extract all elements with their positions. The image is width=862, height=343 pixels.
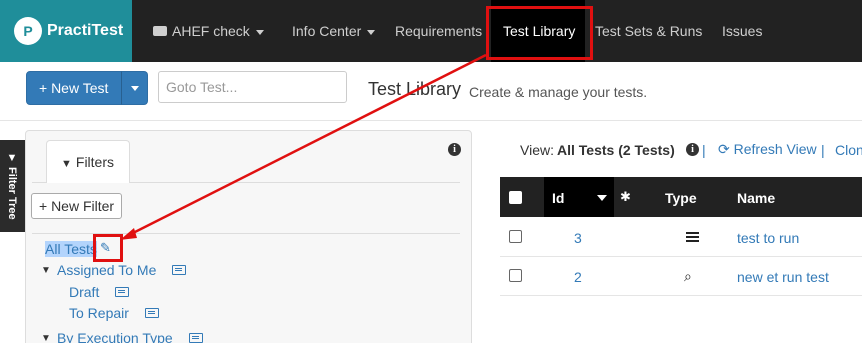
annotation-arrow (120, 53, 487, 240)
